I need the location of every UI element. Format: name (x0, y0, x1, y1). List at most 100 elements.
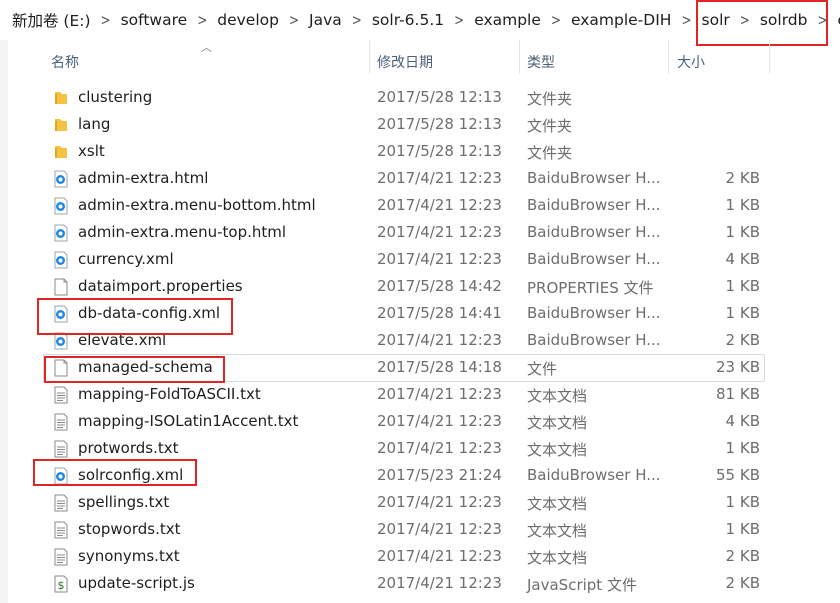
column-divider[interactable] (769, 40, 770, 74)
file-size: 1 KB (725, 277, 760, 295)
file-row[interactable]: mapping-ISOLatin1Accent.txt 2017/4/21 12:… (44, 409, 764, 435)
file-size: 2 KB (725, 547, 760, 565)
file-row[interactable]: stopwords.txt 2017/4/21 12:23 文本文档 1 KB (44, 517, 764, 543)
baidu-browser-icon (52, 224, 70, 242)
navigation-pane-edge (0, 40, 8, 603)
file-row[interactable]: admin-extra.menu-top.html 2017/4/21 12:23… (44, 220, 764, 246)
breadcrumb-item-develop[interactable]: develop (215, 11, 281, 29)
file-type: BaiduBrowser H... (527, 223, 661, 241)
breadcrumb-chevron-icon[interactable]: > (543, 11, 569, 29)
file-row[interactable]: spellings.txt 2017/4/21 12:23 文本文档 1 KB (44, 490, 764, 516)
file-row[interactable]: synonyms.txt 2017/4/21 12:23 文本文档 2 KB (44, 544, 764, 570)
file-modified-date: 2017/4/21 12:23 (377, 196, 502, 214)
file-modified-date: 2017/5/28 12:13 (377, 142, 502, 160)
file-modified-date: 2017/4/21 12:23 (377, 250, 502, 268)
file-modified-date: 2017/4/21 12:23 (377, 439, 502, 457)
column-header-name[interactable]: 名称 (51, 52, 79, 72)
file-name: xslt (78, 142, 105, 160)
file-modified-date: 2017/4/21 12:23 (377, 493, 502, 511)
baidu-browser-icon (52, 197, 70, 215)
file-row[interactable]: $ update-script.js 2017/4/21 12:23 JavaScri… (44, 571, 764, 597)
breadcrumb-item-conf[interactable]: conf (836, 11, 840, 29)
svg-text:$: $ (58, 579, 65, 592)
file-size: 55 KB (716, 466, 760, 484)
highlight-box-db-data-config (37, 298, 233, 335)
breadcrumb-item-software[interactable]: software (119, 11, 190, 29)
sort-ascending-icon: ︿ (201, 41, 212, 54)
file-size: 2 KB (725, 574, 760, 592)
file-row[interactable]: admin-extra.html 2017/4/21 12:23 BaiduBrow… (44, 166, 764, 192)
file-modified-date: 2017/4/21 12:23 (377, 331, 502, 349)
column-header: ︿ 名称 修改日期 类型 大小 (0, 40, 840, 83)
file-modified-date: 2017/5/28 12:13 (377, 115, 502, 133)
file-modified-date: 2017/4/21 12:23 (377, 169, 502, 187)
column-divider[interactable] (668, 40, 669, 74)
file-type: 文件夹 (527, 117, 573, 135)
breadcrumb-chevron-icon[interactable]: > (446, 11, 472, 29)
column-header-date[interactable]: 修改日期 (377, 52, 433, 72)
breadcrumb-chevron-icon[interactable]: > (93, 11, 119, 29)
file-type: JavaScript 文件 (527, 576, 637, 594)
file-size: 1 KB (725, 439, 760, 457)
file-name: dataimport.properties (78, 277, 243, 295)
file-row[interactable]: currency.xml 2017/4/21 12:23 BaiduBrowser … (44, 247, 764, 273)
baidu-browser-icon (52, 251, 70, 269)
breadcrumb-item-example-dih[interactable]: example-DIH (569, 11, 673, 29)
file-type: BaiduBrowser H... (527, 196, 661, 214)
file-size: 2 KB (725, 169, 760, 187)
file-size: 2 KB (725, 331, 760, 349)
text-file-icon (52, 440, 70, 458)
breadcrumb-chevron-icon[interactable]: > (281, 11, 307, 29)
file-row[interactable]: lang 2017/5/28 12:13 文件夹 (44, 112, 764, 138)
breadcrumb-chevron-icon[interactable]: > (189, 11, 215, 29)
file-name: protwords.txt (78, 439, 179, 457)
file-size: 1 KB (725, 196, 760, 214)
breadcrumb-item-java[interactable]: Java (307, 11, 344, 29)
file-type: 文本文档 (527, 441, 588, 459)
breadcrumb-chevron-icon[interactable]: > (344, 11, 370, 29)
text-file-icon (52, 413, 70, 431)
file-name: admin-extra.menu-top.html (78, 223, 287, 241)
file-icon (52, 278, 70, 296)
file-type: PROPERTIES 文件 (527, 279, 654, 297)
file-modified-date: 2017/5/23 21:24 (377, 466, 502, 484)
file-row[interactable]: dataimport.properties 2017/5/28 14:42 PROP… (44, 274, 764, 300)
file-size: 4 KB (725, 250, 760, 268)
file-type: 文本文档 (527, 414, 588, 432)
column-divider[interactable] (519, 40, 520, 74)
file-type: BaiduBrowser H... (527, 250, 661, 268)
file-name: mapping-FoldToASCII.txt (78, 385, 261, 403)
file-name: admin-extra.menu-bottom.html (78, 196, 316, 214)
file-type: 文本文档 (527, 495, 588, 513)
breadcrumb-item-drive[interactable]: 新加卷 (E:) (0, 9, 93, 31)
file-size: 23 KB (716, 358, 760, 376)
file-size: 1 KB (725, 493, 760, 511)
file-modified-date: 2017/4/21 12:23 (377, 385, 502, 403)
file-modified-date: 2017/5/28 14:41 (377, 304, 502, 322)
file-type: 文本文档 (527, 522, 588, 540)
file-row[interactable]: admin-extra.menu-bottom.html 2017/4/21 12… (44, 193, 764, 219)
file-row[interactable]: mapping-FoldToASCII.txt 2017/4/21 12:23 文本… (44, 382, 764, 408)
file-type: BaiduBrowser H... (527, 169, 661, 187)
file-row[interactable]: xslt 2017/5/28 12:13 文件夹 (44, 139, 764, 165)
column-divider[interactable] (369, 40, 370, 74)
column-header-size[interactable]: 大小 (677, 52, 705, 72)
file-size: 1 KB (725, 520, 760, 538)
file-size: 1 KB (725, 304, 760, 322)
file-size: 1 KB (725, 223, 760, 241)
file-modified-date: 2017/4/21 12:23 (377, 223, 502, 241)
file-modified-date: 2017/5/28 12:13 (377, 88, 502, 106)
file-type: 文件夹 (527, 90, 573, 108)
folder-icon (52, 143, 70, 161)
breadcrumb-item-solr-version[interactable]: solr-6.5.1 (370, 11, 446, 29)
file-type: 文件 (527, 360, 558, 378)
file-size: 81 KB (716, 385, 760, 403)
text-file-icon (52, 386, 70, 404)
file-name: lang (78, 115, 111, 133)
file-type: BaiduBrowser H... (527, 466, 661, 484)
text-file-icon (52, 548, 70, 566)
column-header-type[interactable]: 类型 (527, 52, 555, 72)
file-row[interactable]: clustering 2017/5/28 12:13 文件夹 (44, 85, 764, 111)
breadcrumb-item-example[interactable]: example (472, 11, 543, 29)
file-name: clustering (78, 88, 153, 106)
